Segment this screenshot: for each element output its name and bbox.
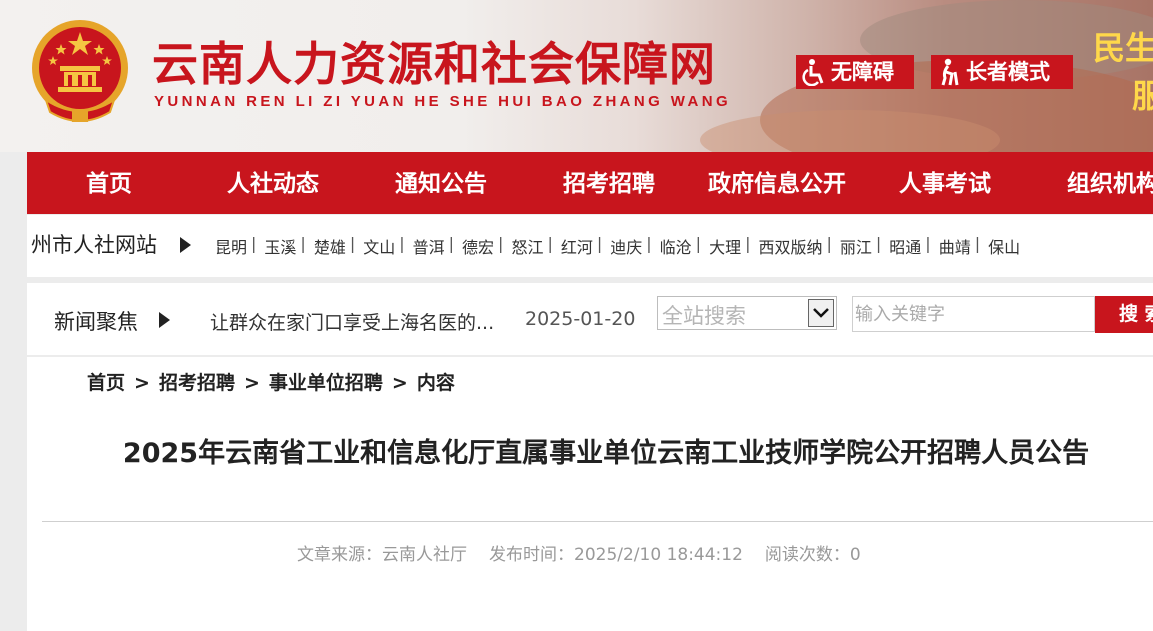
city-link[interactable]: 楚雄 [314,234,346,258]
separator: | [349,234,356,253]
breadcrumb-separator: > [243,372,260,394]
triangle-right-icon [180,237,191,253]
city-link[interactable]: 文山 [363,234,395,258]
slogan-text-2: 服 [1132,77,1153,115]
site-subtitle: YUNNAN REN LI ZI YUAN HE SHE HUI BAO ZHA… [154,93,732,110]
accessibility-label: 无障碍 [831,60,894,84]
breadcrumb-institution-recruitment[interactable]: 事业单位招聘 [269,372,383,394]
separator: | [300,234,306,253]
city-link[interactable]: 丽江 [840,234,872,258]
breadcrumb-separator: > [391,372,408,394]
news-headline-link[interactable]: 让群众在家门口享受上海名医的... [210,308,494,335]
publish-time-value: 2025/2/10 18:44:12 [574,545,743,565]
slogan-text: 民生 [1093,29,1153,67]
city-link[interactable]: 昆明 [215,234,247,258]
city-link[interactable]: 昭通 [889,234,921,258]
separator: | [251,234,257,253]
separator: | [547,234,553,253]
chevron-down-icon[interactable] [808,299,834,327]
separator: | [646,234,652,253]
city-link[interactable]: 红河 [561,234,593,258]
news-focus-title: 新闻聚焦 [54,310,138,334]
search-scope-select[interactable]: 全站搜索 [657,296,837,330]
elder-mode-button[interactable]: 长者模式 [931,55,1073,89]
breadcrumb-recruitment[interactable]: 招考招聘 [159,372,235,394]
city-link[interactable]: 玉溪 [264,234,296,258]
nav-item-home[interactable]: 首页 [86,152,132,214]
nav-item-news[interactable]: 人社动态 [227,152,319,214]
triangle-right-icon [159,312,170,328]
views-label: 阅读次数： [764,545,850,565]
city-link[interactable]: 怒江 [511,234,543,258]
city-link[interactable]: 保山 [988,234,1020,258]
separator: | [498,234,504,253]
nav-item-organization[interactable]: 组织机构 [1067,152,1153,214]
article-title: 2025年云南省工业和信息化厅直属事业单位云南工业技师学院公开招聘人员公告 [122,438,1090,469]
separator: | [745,234,751,253]
city-link[interactable]: 临沧 [660,234,692,258]
city-link[interactable]: 迪庆 [610,234,642,258]
nav-item-gov-info[interactable]: 政府信息公开 [708,152,846,214]
city-link[interactable]: 普洱 [413,234,445,258]
site-title: 云南人力资源和社会保障网 [152,37,716,91]
separator: | [925,234,931,253]
source-label: 文章来源： [297,545,382,565]
main-nav: 首页 人社动态 通知公告 招考招聘 政府信息公开 人事考试 组织机构 [27,152,1153,214]
city-list: 昆明 | 玉溪 | 楚雄 | 文山 | 普洱 | 德宏 | 怒江 | 红河 | 迪庆 | 临沧 | … [215,234,1020,258]
divider [42,521,1153,522]
separator: | [399,234,405,253]
source-value: 云南人社厅 [382,545,467,565]
nav-item-recruitment[interactable]: 招考招聘 [563,152,655,214]
breadcrumb: 首页 > 招考招聘 > 事业单位招聘 > 内容 [87,368,455,395]
breadcrumb-home[interactable]: 首页 [87,372,125,394]
separator: | [448,234,455,253]
city-sites-title: 州市人社网站 [31,233,157,257]
article-meta: 文章来源：云南人社厅 发布时间：2025/2/10 18:44:12 阅读次数：0 [297,540,861,565]
news-search-bar: 新闻聚焦 让群众在家门口享受上海名医的... 2025-01-20 全站搜索 搜… [27,283,1153,355]
city-link[interactable]: 大理 [709,234,741,258]
city-link[interactable]: 西双版纳 [758,234,822,258]
breadcrumb-separator: > [134,372,150,394]
search-input[interactable] [852,296,1095,332]
separator: | [826,234,832,253]
separator: | [974,234,981,253]
city-sites-bar: 州市人社网站 昆明 | 玉溪 | 楚雄 | 文山 | 普洱 | 德宏 | 怒江 | 红河 | 迪… [27,215,1153,277]
article-content: 首页 > 招考招聘 > 事业单位招聘 > 内容 2025年云南省工业和信息化厅直属事业单位云… [27,357,1153,631]
national-emblem-icon [32,20,128,122]
separator: | [875,234,882,253]
views-value: 0 [849,545,861,565]
nav-item-notices[interactable]: 通知公告 [395,152,487,214]
search-button[interactable]: 搜 索 [1095,296,1153,333]
city-link[interactable]: 曲靖 [939,234,971,258]
site-header: 云南人力资源和社会保障网 YUNNAN REN LI ZI YUAN HE SH… [0,0,1153,152]
separator: | [596,234,603,253]
city-link[interactable]: 德宏 [462,234,494,258]
breadcrumb-current: 内容 [416,372,455,394]
accessibility-button[interactable]: 无障碍 [796,55,914,89]
nav-item-exams[interactable]: 人事考试 [899,152,991,214]
news-date: 2025-01-20 [525,308,636,330]
elder-icon [941,58,959,86]
separator: | [695,234,702,253]
elder-mode-label: 长者模式 [966,60,1050,84]
search-scope-value: 全站搜索 [662,304,746,328]
accessibility-icon [802,59,824,86]
publish-time-label: 发布时间： [489,545,574,565]
